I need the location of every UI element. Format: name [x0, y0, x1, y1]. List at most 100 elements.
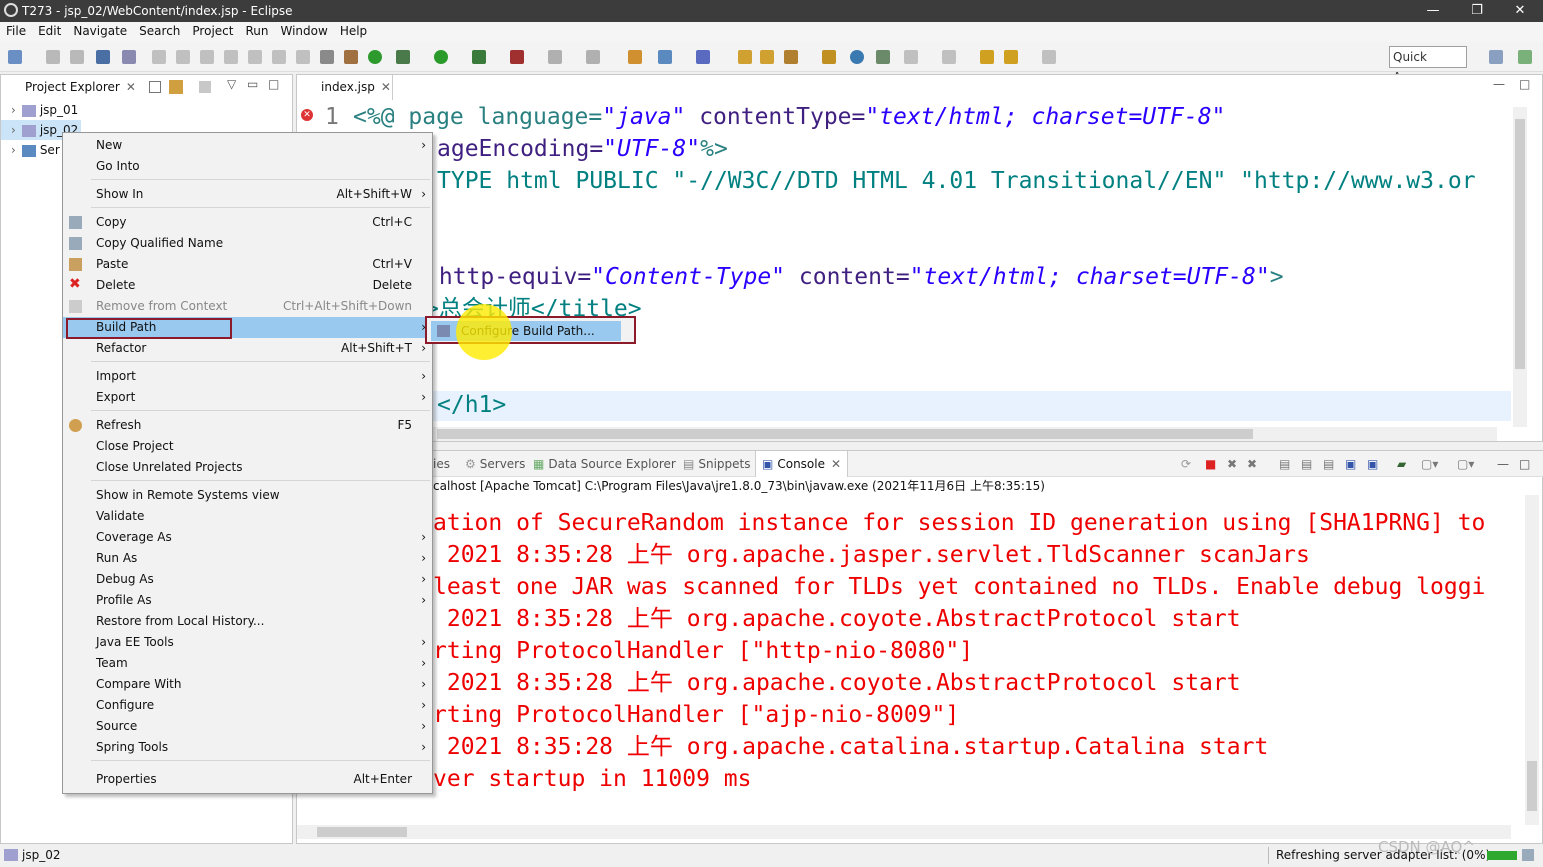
step-into-icon[interactable]: [248, 50, 262, 64]
resume-icon[interactable]: [152, 50, 166, 64]
maximize-view-icon[interactable]: □: [1519, 77, 1530, 91]
next-annotation-icon[interactable]: [904, 50, 918, 64]
maximize-view-icon[interactable]: □: [268, 77, 279, 91]
menu-item-run-as[interactable]: Run As ›: [63, 548, 432, 569]
debug-icon[interactable]: [396, 50, 410, 64]
menu-item-go-into[interactable]: Go Into: [63, 156, 432, 177]
menu-edit[interactable]: Edit: [32, 22, 67, 40]
menu-item-team[interactable]: Team ›: [63, 653, 432, 674]
menu-item-refactor[interactable]: Refactor Alt+Shift+T ›: [63, 338, 432, 359]
link-editor-icon[interactable]: [169, 80, 183, 94]
menu-item-remove-from-context[interactable]: Remove from Context Ctrl+Alt+Shift+Down: [63, 296, 432, 317]
new-icon[interactable]: [8, 50, 22, 64]
open-type-icon[interactable]: [696, 50, 710, 64]
new-java-class-icon[interactable]: [658, 50, 672, 64]
menu-search[interactable]: Search: [133, 22, 186, 40]
menu-item-validate[interactable]: Validate: [63, 506, 432, 527]
open-console-icon[interactable]: ▢▾: [1457, 451, 1474, 477]
web-browser-icon[interactable]: [850, 50, 864, 64]
menu-item-refresh[interactable]: Refresh F5: [63, 415, 432, 436]
code-line-1[interactable]: <%@ page language="java" contentType="te…: [353, 101, 1225, 133]
menu-item-export[interactable]: Export ›: [63, 387, 432, 408]
java-ee-perspective-icon[interactable]: [1518, 50, 1532, 64]
menu-item-close-unrelated-projects[interactable]: Close Unrelated Projects: [63, 457, 432, 478]
editor-hscroll-thumb[interactable]: [437, 429, 1253, 439]
menu-item-paste[interactable]: Paste Ctrl+V: [63, 254, 432, 275]
show-stderr-icon[interactable]: ▣: [1367, 451, 1378, 477]
word-wrap-icon[interactable]: ▤: [1323, 451, 1334, 477]
close-tab-icon[interactable]: ✕: [831, 457, 841, 471]
deploy-icon[interactable]: [586, 50, 600, 64]
menu-item-delete[interactable]: ✖ Delete Delete: [63, 275, 432, 296]
expand-icon[interactable]: ›: [11, 143, 16, 157]
editor-vscroll-thumb[interactable]: [1515, 119, 1525, 369]
server-start-icon[interactable]: [368, 50, 382, 64]
tab-snippets[interactable]: ▤ Snippets: [683, 451, 750, 477]
filter-icon[interactable]: [199, 81, 211, 93]
code-line-6[interactable]: </h1>: [437, 389, 506, 421]
tab-project-explorer[interactable]: Project Explorer ✕: [1, 75, 141, 99]
menu-item-copy-qualified-name[interactable]: Copy Qualified Name: [63, 233, 432, 254]
menu-item-import[interactable]: Import ›: [63, 366, 432, 387]
menu-item-debug-as[interactable]: Debug As ›: [63, 569, 432, 590]
menu-project[interactable]: Project: [186, 22, 239, 40]
console-hscroll-thumb[interactable]: [317, 827, 407, 837]
new-java-package-icon[interactable]: [628, 50, 642, 64]
minimize-view-icon[interactable]: ▭: [247, 77, 258, 91]
menu-item-profile-as[interactable]: Profile As ›: [63, 590, 432, 611]
tab-index-jsp[interactable]: index.jsp ✕: [297, 75, 393, 100]
expand-icon[interactable]: ›: [11, 123, 16, 137]
external-tools-icon[interactable]: [510, 50, 524, 64]
close-tab-icon[interactable]: ✕: [381, 80, 391, 94]
code-line-4[interactable]: http-equiv="Content-Type" content="text/…: [425, 261, 1284, 293]
menu-file[interactable]: File: [0, 22, 32, 40]
console-hscrollbar[interactable]: [297, 825, 1511, 839]
tab-servers[interactable]: ⚙ Servers: [465, 451, 525, 477]
menu-item-close-project[interactable]: Close Project: [63, 436, 432, 457]
menu-item-copy[interactable]: Copy Ctrl+C: [63, 212, 432, 233]
skip-breakpoints-icon[interactable]: [122, 50, 136, 64]
maximize-button[interactable]: ❐: [1454, 0, 1500, 22]
menu-navigate[interactable]: Navigate: [67, 22, 133, 40]
minimize-button[interactable]: —: [1410, 0, 1456, 22]
collapse-all-icon[interactable]: [149, 81, 161, 93]
save-all-icon[interactable]: [70, 50, 84, 64]
maximize-view-icon[interactable]: □: [1519, 451, 1530, 477]
tree-item-jsp01[interactable]: › jsp_01: [1, 100, 78, 120]
ant-icon[interactable]: [344, 50, 358, 64]
clear-console-icon[interactable]: ▤: [1279, 451, 1290, 477]
code-line-2[interactable]: ageEncoding="UTF-8"%>: [437, 133, 728, 165]
menu-item-java-ee-tools[interactable]: Java EE Tools ›: [63, 632, 432, 653]
code-line-3[interactable]: TYPE html PUBLIC "-//W3C//DTD HTML 4.01 …: [437, 165, 1476, 197]
open-file-icon[interactable]: [822, 50, 836, 64]
tab-console[interactable]: ▣ Console ✕: [755, 451, 849, 477]
error-marker-icon[interactable]: ✕: [301, 109, 313, 121]
menu-item-restore-from-local-history[interactable]: Restore from Local History...: [63, 611, 432, 632]
remove-launch-icon[interactable]: ✖: [1227, 451, 1237, 477]
scroll-lock-icon[interactable]: ▤: [1301, 451, 1312, 477]
menu-item-properties[interactable]: Properties Alt+Enter: [63, 769, 432, 790]
disconnect-icon[interactable]: [224, 50, 238, 64]
quick-access-input[interactable]: Quick Access: [1389, 46, 1467, 84]
menu-item-show-in-remote-systems-view[interactable]: Show in Remote Systems view: [63, 485, 432, 506]
pin-console-icon[interactable]: ▰: [1397, 451, 1406, 477]
run-icon[interactable]: [434, 50, 448, 64]
show-stdout-icon[interactable]: ▣: [1345, 451, 1356, 477]
annotation-icon[interactable]: [876, 50, 890, 64]
remove-all-icon[interactable]: ✖: [1247, 451, 1257, 477]
menu-item-source[interactable]: Source ›: [63, 716, 432, 737]
terminate-icon[interactable]: ■: [1205, 451, 1216, 477]
progress-view-icon[interactable]: [1522, 849, 1534, 861]
previous-annotation-icon[interactable]: [942, 50, 956, 64]
step-return-icon[interactable]: [296, 50, 310, 64]
tab-data-source-explorer[interactable]: ▦ Data Source Explorer: [533, 451, 676, 477]
coverage-icon[interactable]: [472, 50, 486, 64]
pin-icon[interactable]: ⟳: [1181, 451, 1191, 477]
minimize-view-icon[interactable]: —: [1497, 451, 1509, 477]
menu-item-new[interactable]: New ›: [63, 135, 432, 156]
last-edit-icon[interactable]: [980, 50, 994, 64]
menu-run[interactable]: Run: [239, 22, 274, 40]
minimize-view-icon[interactable]: —: [1493, 77, 1505, 91]
step-over-icon[interactable]: [272, 50, 286, 64]
back-icon[interactable]: [1004, 50, 1018, 64]
